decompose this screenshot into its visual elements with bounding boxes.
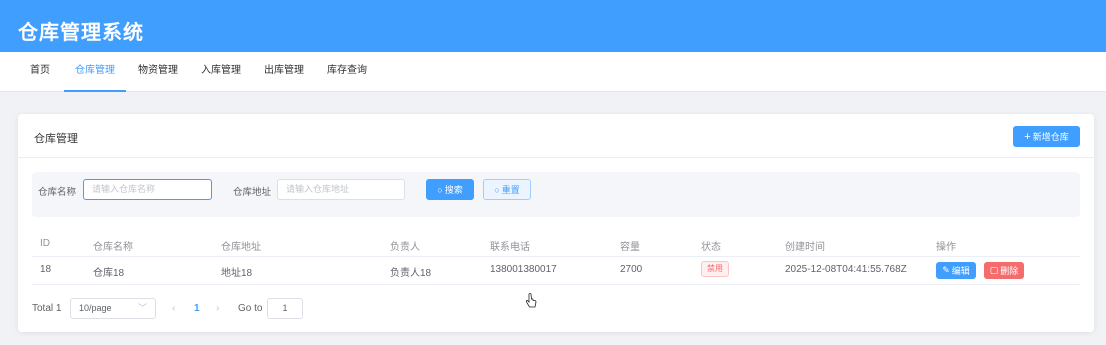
col-header-status: 状态 bbox=[701, 242, 721, 253]
search-panel: 仓库名称 请输入仓库名称 仓库地址 请输入仓库地址 ○ 搜索 ○ 重置 bbox=[32, 172, 1080, 217]
col-header-phone: 联系电话 bbox=[490, 242, 530, 253]
delete-button-label: 删除 bbox=[1000, 266, 1019, 276]
table-row-divider bbox=[32, 284, 1080, 285]
col-header-created: 创建时间 bbox=[785, 242, 825, 253]
add-warehouse-label: 新增仓库 bbox=[1032, 132, 1069, 142]
pagination-total: Total 1 bbox=[32, 303, 62, 314]
cell-capacity: 2700 bbox=[620, 264, 643, 275]
col-header-name: 仓库名称 bbox=[93, 242, 133, 253]
nav-item-warehouse[interactable]: 仓库管理 bbox=[64, 52, 126, 92]
nav-item-inbound[interactable]: 入库管理 bbox=[197, 52, 245, 92]
chevron-down-icon: ﹀ bbox=[137, 303, 147, 313]
status-badge: 禁用 bbox=[701, 261, 729, 277]
address-field-label: 仓库地址 bbox=[233, 187, 272, 198]
app-header: 仓库管理系统 bbox=[0, 0, 1106, 52]
nav-item-home[interactable]: 首页 bbox=[22, 52, 58, 92]
col-header-id: ID bbox=[40, 238, 50, 249]
delete-button[interactable]: ▢ 删除 bbox=[984, 262, 1024, 279]
cell-phone: 138001380017 bbox=[490, 264, 557, 275]
card-title: 仓库管理 bbox=[34, 133, 78, 145]
search-button-label: 搜索 bbox=[444, 185, 463, 195]
page-size-select[interactable]: 10/page ﹀ bbox=[70, 298, 156, 319]
cell-id: 18 bbox=[40, 264, 52, 275]
search-button[interactable]: ○ 搜索 bbox=[426, 179, 474, 200]
nav-item-materials[interactable]: 物资管理 bbox=[134, 52, 182, 92]
prev-page-icon[interactable]: ‹ bbox=[172, 303, 175, 314]
table-header-divider bbox=[32, 256, 1080, 257]
reset-button[interactable]: ○ 重置 bbox=[483, 179, 531, 200]
warehouse-name-input[interactable]: 请输入仓库名称 bbox=[83, 179, 212, 200]
trash-icon: ▢ bbox=[989, 265, 999, 275]
reset-button-label: 重置 bbox=[501, 185, 520, 195]
cell-address: 地址18 bbox=[221, 268, 253, 279]
page-number-current[interactable]: 1 bbox=[194, 303, 200, 314]
edit-button[interactable]: ✎ 编辑 bbox=[936, 262, 976, 279]
goto-page-input[interactable]: 1 bbox=[267, 298, 303, 319]
refresh-icon: ○ bbox=[494, 184, 500, 195]
edit-button-label: 编辑 bbox=[951, 266, 970, 276]
cell-name: 仓库18 bbox=[93, 268, 125, 279]
col-header-manager: 负责人 bbox=[390, 242, 420, 253]
app-title: 仓库管理系统 bbox=[18, 22, 144, 44]
card-header: 仓库管理 + 新增仓库 bbox=[18, 114, 1094, 158]
warehouse-address-input[interactable]: 请输入仓库地址 bbox=[277, 179, 405, 200]
goto-label: Go to bbox=[238, 303, 263, 314]
plus-icon: + bbox=[1024, 130, 1031, 143]
col-header-address: 仓库地址 bbox=[221, 242, 261, 253]
top-nav: 首页 仓库管理 物资管理 入库管理 出库管理 库存查询 bbox=[0, 52, 1106, 92]
nav-item-inventory[interactable]: 库存查询 bbox=[323, 52, 371, 92]
warehouse-card: 仓库管理 + 新增仓库 仓库名称 请输入仓库名称 仓库地址 请输入仓库地址 ○ … bbox=[18, 114, 1094, 332]
hand-cursor-icon bbox=[525, 293, 537, 308]
search-icon: ○ bbox=[437, 184, 443, 195]
col-header-actions: 操作 bbox=[936, 242, 956, 253]
cell-manager: 负责人18 bbox=[390, 268, 432, 279]
add-warehouse-button[interactable]: + 新增仓库 bbox=[1013, 126, 1080, 147]
nav-item-outbound[interactable]: 出库管理 bbox=[260, 52, 308, 92]
next-page-icon[interactable]: › bbox=[216, 303, 219, 314]
name-field-label: 仓库名称 bbox=[38, 187, 77, 198]
edit-icon: ✎ bbox=[942, 265, 950, 275]
col-header-capacity: 容量 bbox=[620, 242, 640, 253]
cell-created: 2025-12-08T04:41:55.768Z bbox=[785, 264, 907, 275]
page-size-value: 10/page bbox=[79, 303, 112, 313]
